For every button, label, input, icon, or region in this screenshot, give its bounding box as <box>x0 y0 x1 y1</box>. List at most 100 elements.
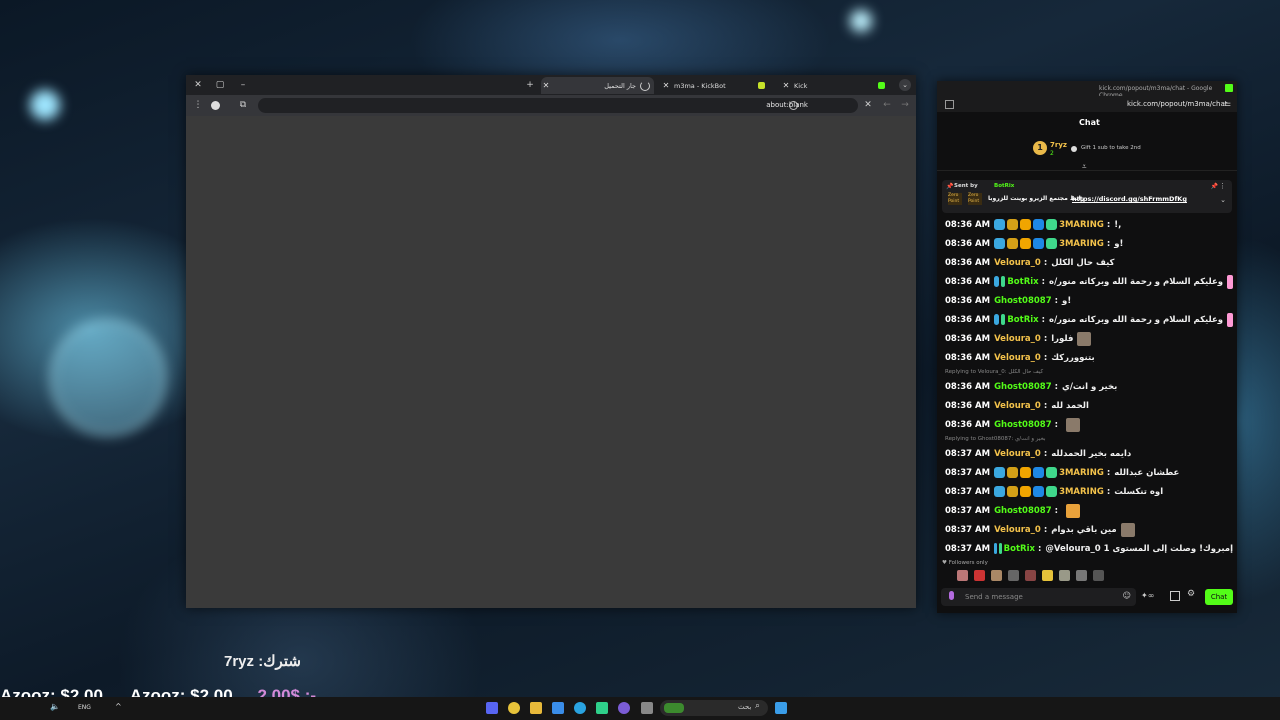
close-tab-icon[interactable]: ✕ <box>541 81 551 90</box>
message-username[interactable]: Veloura_0 <box>994 401 1041 411</box>
emote[interactable] <box>1008 570 1019 581</box>
gift-box-icon[interactable] <box>1170 591 1180 601</box>
close-tab-icon[interactable]: ✕ <box>661 81 671 90</box>
chat-message: 08:36 AM Veloura_0: الحمد لله <box>945 396 1233 415</box>
face-emote-icon <box>1077 331 1092 346</box>
url-text[interactable]: about:blank <box>766 101 808 109</box>
new-tab-button[interactable]: + <box>524 79 536 91</box>
zero-point-badge: Zero Point <box>968 193 982 205</box>
user-badge-icon <box>1000 276 1006 287</box>
tab-loading[interactable]: ✕ جار التحميل <box>541 77 654 94</box>
chevron-up-icon[interactable]: ^ <box>115 702 122 711</box>
heart-icon: ♥ <box>942 560 947 566</box>
extensions-icon[interactable]: ⧉ <box>237 99 249 111</box>
settings-gear-icon[interactable]: ⚙ <box>1187 589 1195 599</box>
chat-message: 08:36 AM Ghost08087: <box>945 415 1233 434</box>
message-separator: : <box>1106 238 1111 249</box>
chat-message: 08:36 AM 3MARING: و! <box>945 234 1233 253</box>
app-icon[interactable] <box>596 702 608 714</box>
message-username[interactable]: Veloura_0 <box>994 525 1041 535</box>
start-button-icon[interactable] <box>775 702 787 714</box>
message-username[interactable]: BotRix <box>1007 277 1038 287</box>
user-badge-icon <box>994 543 997 554</box>
user-badge-icon <box>1020 467 1032 478</box>
chat-message: 08:36 AM 3MARING:!, <box>945 215 1233 234</box>
close-window-icon[interactable]: ✕ <box>192 79 204 91</box>
minimize-icon[interactable]: – <box>237 79 249 91</box>
pin-icon[interactable]: 📌 <box>1211 183 1218 190</box>
message-text: و! <box>1062 295 1072 306</box>
user-badge-icon <box>998 543 1002 554</box>
send-chat-button[interactable]: Chat <box>1205 589 1233 605</box>
forward-icon[interactable]: ← <box>881 99 893 111</box>
emote[interactable] <box>1076 570 1087 581</box>
message-username[interactable]: BotRix <box>1004 544 1035 554</box>
tab-kickbot[interactable]: ✕ m3ma - KickBot <box>661 77 773 94</box>
message-input[interactable]: Send a message ☺ <box>941 588 1136 606</box>
app-icon[interactable] <box>618 702 630 714</box>
emote[interactable] <box>957 570 968 581</box>
message-username[interactable]: 3MARING <box>1059 239 1104 249</box>
message-separator: : <box>1041 276 1046 287</box>
gifter-name[interactable]: 7ryz <box>1050 141 1067 149</box>
stop-loading-icon[interactable]: ✕ <box>862 99 874 111</box>
emote[interactable] <box>1059 570 1070 581</box>
pinned-sender[interactable]: BotRix <box>994 183 1014 189</box>
file-explorer-icon[interactable] <box>530 702 542 714</box>
reply-context[interactable]: Replying to Veloura_0: كيف حال الكلل <box>945 367 1233 377</box>
browser-window: ✕ ▢ – + ✕ جار التحميل ✕ m3ma - KickBot ✕… <box>186 75 916 608</box>
message-username[interactable]: Ghost08087 <box>994 382 1052 392</box>
message-separator: : <box>1041 314 1046 325</box>
emoji-icon[interactable]: ☺ <box>1123 591 1131 600</box>
message-username[interactable]: Veloura_0 <box>994 334 1041 344</box>
message-username[interactable]: Veloura_0 <box>994 258 1041 268</box>
message-username[interactable]: 3MARING <box>1059 468 1104 478</box>
telegram-app-icon[interactable] <box>574 702 586 714</box>
expand-chevron-icon[interactable]: ⌄ <box>1220 196 1226 204</box>
message-username[interactable]: 3MARING <box>1059 220 1104 230</box>
settings-sliders-icon[interactable]: ⚌ <box>1224 99 1231 108</box>
emote[interactable] <box>1042 570 1053 581</box>
reply-context[interactable]: Replying to Ghost08087: بخير و انت/ي <box>945 434 1233 444</box>
maximize-icon[interactable]: ▢ <box>214 79 226 91</box>
emote[interactable] <box>991 570 1002 581</box>
emote[interactable] <box>1025 570 1036 581</box>
tab-title: جار التحميل <box>604 81 636 90</box>
chrome-app-icon[interactable] <box>508 702 520 714</box>
tab-search-icon[interactable]: ⌄ <box>899 79 911 91</box>
message-username[interactable]: Veloura_0 <box>994 449 1041 459</box>
language-indicator[interactable]: ENG <box>78 704 91 711</box>
message-username[interactable]: Ghost08087 <box>994 420 1052 430</box>
photos-app-icon[interactable] <box>552 702 564 714</box>
emote[interactable] <box>974 570 985 581</box>
kickbot-favicon-icon <box>758 82 765 89</box>
chat-url-text[interactable]: kick.com/popout/m3ma/chat <box>1127 100 1228 108</box>
app-icon[interactable] <box>641 702 653 714</box>
message-username[interactable]: 3MARING <box>1059 487 1104 497</box>
emote[interactable] <box>1093 570 1104 581</box>
message-username[interactable]: BotRix <box>1007 315 1038 325</box>
page-content-blank <box>186 116 916 608</box>
pinned-link[interactable]: https://discord.gg/shFrmmDfKg <box>1072 195 1187 203</box>
message-username[interactable]: Ghost08087 <box>994 506 1052 516</box>
message-text: @Veloura_0 إمبروك! وصلت إلى المستوى 1 <box>1045 543 1233 554</box>
close-tab-icon[interactable]: ✕ <box>781 81 791 90</box>
message-username[interactable]: Ghost08087 <box>994 296 1052 306</box>
message-separator: : <box>1043 448 1048 459</box>
gift-subs-text[interactable]: Gift 1 sub to take 2nd <box>1081 145 1141 151</box>
tab-kick[interactable]: ✕ Kick <box>781 77 893 94</box>
more-options-icon[interactable]: ⋮ <box>1219 182 1226 190</box>
collapse-icon[interactable]: ⩡ <box>1082 162 1087 172</box>
profile-avatar[interactable] <box>211 101 220 110</box>
discord-app-icon[interactable] <box>486 702 498 714</box>
volume-icon[interactable]: 🔈 <box>50 702 60 711</box>
pinned-message-text: رابط مجتمع الزيرو بوينت للزروبا <box>988 195 1085 202</box>
microphone-icon[interactable] <box>949 591 954 600</box>
points-icon[interactable]: ✦∞ <box>1141 591 1154 600</box>
taskbar-search-box[interactable]: بحث ⌕ <box>660 700 768 716</box>
message-username[interactable]: Veloura_0 <box>994 353 1041 363</box>
menu-dots-icon[interactable]: ⋮ <box>192 99 204 111</box>
chat-message: 08:36 AM Ghost08087: بخير و انت/ي <box>945 377 1233 396</box>
gifter-rank-badge: 1 <box>1033 141 1047 155</box>
back-icon[interactable]: → <box>899 99 911 111</box>
